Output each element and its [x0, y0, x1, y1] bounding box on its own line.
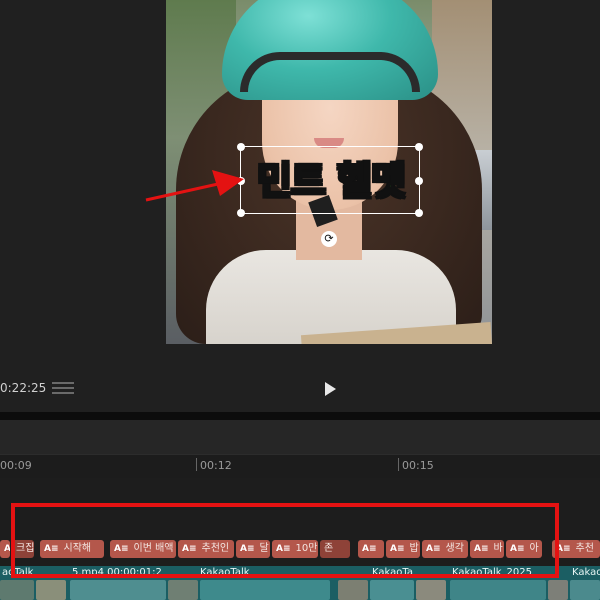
clip-thumbnail	[450, 580, 546, 600]
ruler-label: 00:15	[402, 459, 434, 472]
resize-handle-top-right[interactable]	[415, 143, 423, 151]
resize-handle-top-left[interactable]	[237, 143, 245, 151]
clip-thumbnail	[200, 580, 330, 600]
clip-thumbnail	[0, 580, 34, 600]
clip-thumbnail	[168, 580, 198, 600]
ruler-label: 00:09	[0, 459, 32, 472]
preview-panel: 민트 헬멧 ⟳ 0:22:25	[0, 0, 600, 412]
timeline-toolbar	[0, 420, 600, 454]
resize-handle-middle-right[interactable]	[415, 177, 423, 185]
clip-thumbnail	[548, 580, 568, 600]
helmet-rim	[240, 52, 420, 92]
video-clip-label[interactable]: Kakao	[572, 567, 600, 578]
list-icon[interactable]	[52, 381, 74, 396]
red-highlight-box	[11, 503, 559, 578]
clip-thumbnail	[416, 580, 446, 600]
clip-thumbnail	[338, 580, 368, 600]
clip-thumbnail	[36, 580, 66, 600]
subtitle-clip[interactable]: A≡ 추천	[552, 540, 600, 558]
ruler-tick	[398, 458, 399, 471]
resize-handle-bottom-left[interactable]	[237, 209, 245, 217]
panel-divider[interactable]	[0, 412, 600, 420]
subtitle-clip[interactable]: A≡	[0, 540, 10, 558]
clip-thumbnail	[370, 580, 414, 600]
caption-selection-box[interactable]: 민트 헬멧	[237, 143, 423, 217]
timeline-ruler[interactable]: 00:09 00:12 00:15	[0, 454, 600, 478]
play-icon[interactable]	[322, 380, 338, 398]
ruler-label: 00:12	[200, 459, 232, 472]
ruler-tick	[196, 458, 197, 471]
resize-handle-bottom-right[interactable]	[415, 209, 423, 217]
clip-thumbnail	[70, 580, 166, 600]
timecode-display: 0:22:25	[0, 381, 47, 395]
red-arrow-annotation	[145, 170, 244, 202]
caption-text[interactable]: 민트 헬멧	[241, 155, 421, 207]
clip-thumbnail	[570, 580, 600, 600]
rotate-icon[interactable]: ⟳	[321, 231, 337, 247]
